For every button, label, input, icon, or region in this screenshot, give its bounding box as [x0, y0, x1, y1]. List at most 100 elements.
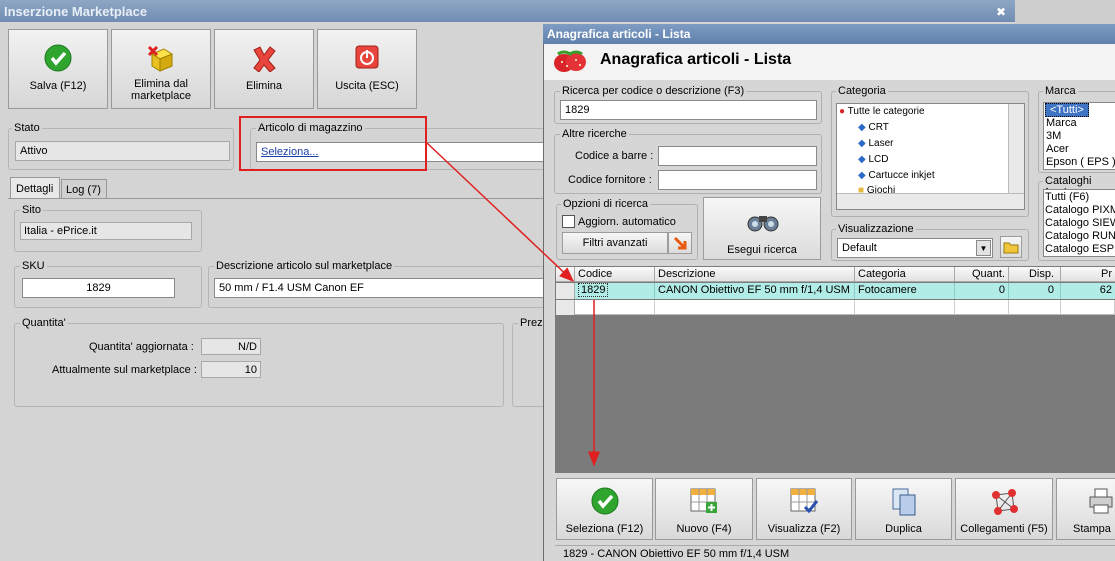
- marca-item-epson[interactable]: Epson ( EPS ): [1046, 156, 1115, 168]
- cell-disp[interactable]: 0: [1009, 283, 1061, 299]
- stato-label: Stato: [12, 122, 42, 134]
- node-icon: ◆: [858, 170, 866, 181]
- ricerca-input[interactable]: 1829: [560, 100, 817, 120]
- tree-item-giochi[interactable]: ■ Giochi: [858, 185, 895, 193]
- aggiorn-checkbox[interactable]: [562, 215, 575, 228]
- check-icon: [591, 487, 619, 518]
- table-row[interactable]: 1829: [575, 283, 655, 299]
- descrizione-label: Descrizione articolo sul marketplace: [214, 260, 395, 272]
- stato-field: Attivo: [15, 141, 230, 161]
- exit-label: Uscita (ESC): [335, 80, 399, 92]
- tree-root[interactable]: ● Tutte le categorie: [839, 106, 925, 117]
- highlight-box: [239, 116, 427, 171]
- front-header-title: Anagrafica articoli - Lista: [600, 51, 792, 68]
- folder-icon: [1003, 242, 1019, 254]
- marca-item[interactable]: Marca: [1046, 117, 1077, 129]
- check-icon: [44, 44, 72, 75]
- aggiorn-label: Aggiorn. automatico: [578, 216, 676, 228]
- visualizzazione-select[interactable]: Default: [837, 238, 993, 258]
- col-quant[interactable]: Quant.: [955, 267, 1009, 282]
- cell-categoria[interactable]: Fotocamere: [855, 283, 955, 299]
- node-icon: ◆: [858, 154, 866, 165]
- altre-ricerche-label: Altre ricerche: [560, 128, 629, 140]
- remove-marketplace-label: Elimina dal marketplace: [131, 78, 191, 102]
- filtri-avanzati-button[interactable]: Filtri avanzati: [562, 232, 668, 254]
- delete-x-icon: [250, 44, 278, 75]
- grid-check-icon: [789, 487, 819, 518]
- marca-item-acer[interactable]: Acer: [1046, 143, 1069, 155]
- visualizzazione-label: Visualizzazione: [836, 223, 916, 235]
- catalogo-item[interactable]: Catalogo RUNST: [1045, 230, 1115, 242]
- tab-divider: [8, 198, 548, 199]
- marca-item-3m[interactable]: 3M: [1046, 130, 1061, 142]
- codice-fornitore-input[interactable]: [658, 170, 817, 190]
- chevron-down-icon[interactable]: ▼: [976, 240, 991, 256]
- node-icon: ◆: [858, 138, 866, 149]
- strawberry-small-icon: ●: [839, 106, 846, 117]
- col-codice[interactable]: Codice: [575, 267, 655, 282]
- codice-barre-label: Codice a barre :: [575, 150, 654, 162]
- catalogo-item[interactable]: Catalogo PIXM: [1045, 204, 1115, 216]
- tree-item-lcd[interactable]: ◆ LCD: [858, 154, 889, 165]
- front-window-title: Anagrafica articoli - Lista: [543, 24, 1115, 44]
- esegui-ricerca-label: Esegui ricerca: [727, 244, 797, 256]
- quantita-label: Quantita': [20, 317, 68, 329]
- collegamenti-button[interactable]: Collegamenti (F5): [955, 478, 1053, 540]
- prezzo-label: Prez: [518, 317, 545, 329]
- col-disp[interactable]: Disp.: [1009, 267, 1061, 282]
- row-selector[interactable]: [556, 283, 575, 299]
- nuovo-button[interactable]: Nuovo (F4): [655, 478, 753, 540]
- col-categoria[interactable]: Categoria: [855, 267, 955, 282]
- sku-label: SKU: [20, 260, 47, 272]
- codice-barre-input[interactable]: [658, 146, 817, 166]
- cell-quant[interactable]: 0: [955, 283, 1009, 299]
- empty-cell[interactable]: [575, 300, 655, 315]
- tree-item-laser[interactable]: ◆ Laser: [858, 138, 894, 149]
- col-descrizione[interactable]: Descrizione: [655, 267, 855, 282]
- remove-marketplace-button[interactable]: Elimina dal marketplace: [111, 29, 211, 109]
- categoria-label: Categoria: [836, 85, 888, 97]
- status-bar: 1829 - CANON Obiettivo EF 50 mm f/1,4 US…: [555, 545, 1115, 561]
- cell-descrizione[interactable]: CANON Obiettivo EF 50 mm f/1,4 USM: [655, 283, 855, 299]
- tab-dettagli[interactable]: Dettagli: [10, 177, 60, 199]
- col-prezzo[interactable]: Pr: [1061, 267, 1115, 282]
- exit-button[interactable]: Uscita (ESC): [317, 29, 417, 109]
- empty-cell[interactable]: [955, 300, 1009, 315]
- row-selector-empty[interactable]: [556, 300, 575, 315]
- quantita-aggiornata-label: Quantita' aggiornata :: [89, 341, 194, 353]
- printer-icon: [1087, 487, 1115, 518]
- tree-item-cartucce[interactable]: ◆ Cartucce inkjet: [858, 170, 935, 181]
- empty-cell[interactable]: [855, 300, 955, 315]
- folder-button[interactable]: [1000, 236, 1022, 258]
- categoria-vscroll[interactable]: [1008, 104, 1024, 193]
- visualizza-button[interactable]: Visualizza (F2): [756, 478, 852, 540]
- stampa-button[interactable]: Stampa: [1056, 478, 1115, 540]
- save-button[interactable]: Salva (F12): [8, 29, 108, 109]
- catalogo-item[interactable]: Tutti (F6): [1045, 191, 1089, 203]
- catalogo-item[interactable]: Catalogo SIEW: [1045, 217, 1115, 229]
- quantita-aggiornata-field: N/D: [201, 338, 261, 355]
- filtri-arrow-button[interactable]: [668, 232, 692, 254]
- seleziona-button[interactable]: Seleziona (F12): [556, 478, 653, 540]
- empty-cell[interactable]: [1061, 300, 1115, 315]
- empty-cell[interactable]: [655, 300, 855, 315]
- categoria-hscroll[interactable]: [837, 193, 1024, 209]
- tree-item-crt[interactable]: ◆ CRT: [858, 122, 889, 133]
- esegui-ricerca-button[interactable]: Esegui ricerca: [703, 197, 821, 260]
- delete-label: Elimina: [245, 80, 283, 92]
- ricerca-label: Ricerca per codice o descrizione (F3): [560, 85, 747, 97]
- empty-cell[interactable]: [1009, 300, 1061, 315]
- strawberry-icon: [552, 48, 588, 77]
- node-icon: ◆: [858, 122, 866, 133]
- grid-add-icon: [689, 487, 719, 518]
- marca-item-tutti[interactable]: <Tutti>: [1045, 103, 1089, 117]
- catalogo-item[interactable]: Catalogo ESPRI: [1045, 243, 1115, 255]
- marca-label: Marca: [1043, 85, 1078, 97]
- descrizione-field[interactable]: 50 mm / F1.4 USM Canon EF: [214, 278, 544, 298]
- cell-prezzo[interactable]: 62: [1061, 283, 1115, 299]
- close-icon[interactable]: ✖: [996, 5, 1006, 19]
- sku-field[interactable]: 1829: [22, 278, 175, 298]
- tab-log[interactable]: Log (7): [61, 179, 107, 199]
- duplica-button[interactable]: Duplica: [855, 478, 952, 540]
- delete-button[interactable]: Elimina: [214, 29, 314, 109]
